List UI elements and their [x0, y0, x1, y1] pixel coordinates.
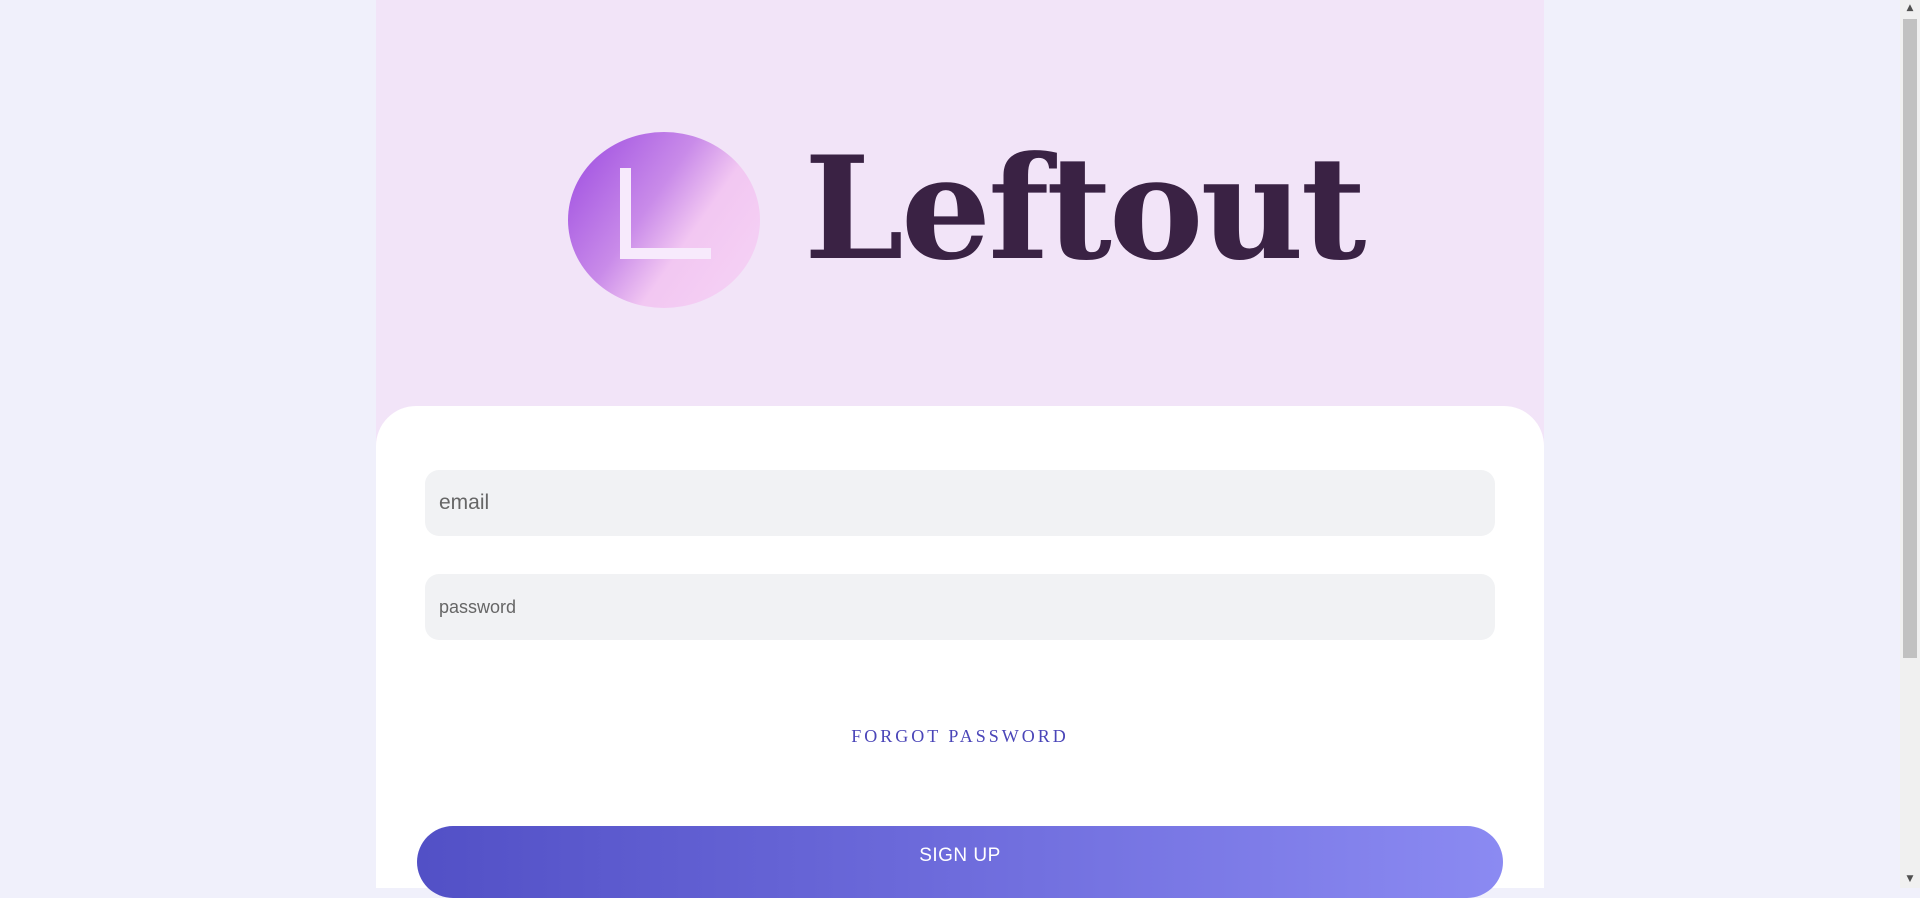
app-column: Leftout FORGOT PASSWORD SIGN UP [376, 0, 1544, 898]
signup-form: FORGOT PASSWORD SIGN UP [376, 406, 1544, 898]
logo-icon [568, 132, 760, 308]
scrollbar-thumb[interactable] [1903, 19, 1917, 658]
brand-header: Leftout [376, 0, 1544, 406]
brand-name: Leftout [804, 126, 1366, 292]
scroll-up-icon[interactable]: ▲ [1900, 0, 1920, 17]
forgot-password-link[interactable]: FORGOT PASSWORD [376, 726, 1544, 747]
sign-up-button[interactable]: SIGN UP [417, 826, 1503, 898]
vertical-scrollbar[interactable]: ▲ ▼ [1900, 0, 1920, 888]
page-viewport: Leftout FORGOT PASSWORD SIGN UP [0, 0, 1900, 898]
email-field[interactable] [425, 470, 1495, 536]
scroll-down-icon[interactable]: ▼ [1900, 871, 1920, 888]
password-field[interactable] [425, 574, 1495, 640]
